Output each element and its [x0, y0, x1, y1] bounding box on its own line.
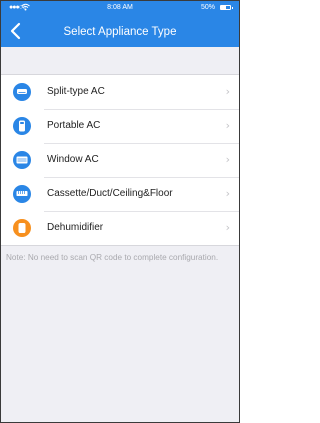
appliance-label: Window AC	[47, 154, 99, 165]
chevron-right-icon: ›	[225, 153, 230, 166]
page-title: Select Appliance Type	[63, 26, 177, 38]
chevron-right-icon: ›	[225, 85, 230, 98]
chevron-right-icon: ›	[225, 187, 230, 200]
chevron-right-icon: ›	[225, 221, 230, 234]
nav-header: ●●●○○ 8:08 AM 50% Select Appliance Type	[1, 1, 239, 47]
appliance-label: Split-type AC	[47, 86, 105, 97]
appliance-item-window-ac[interactable]: Window AC ›	[1, 143, 239, 177]
appliance-item-cassette-duct-ceiling-floor[interactable]: Cassette/Duct/Ceiling&Floor ›	[1, 177, 239, 211]
configuration-note: Note: No need to scan QR code to complet…	[6, 253, 219, 262]
status-bar: ●●●○○ 8:08 AM 50%	[1, 1, 239, 15]
appliance-list: Split-type AC › Portable AC › Window AC …	[1, 74, 239, 246]
screen: ●●●○○ 8:08 AM 50% Select Appliance Type	[0, 0, 240, 423]
dehumidifier-icon	[13, 219, 31, 237]
portable-ac-icon	[13, 117, 31, 135]
battery-percent: 50%	[200, 4, 215, 11]
appliance-label: Portable AC	[47, 120, 101, 131]
appliance-item-portable-ac[interactable]: Portable AC ›	[1, 109, 239, 143]
chevron-right-icon: ›	[225, 119, 230, 132]
cassette-ac-icon	[13, 185, 31, 203]
battery-icon	[220, 5, 233, 10]
appliance-item-split-type-ac[interactable]: Split-type AC ›	[1, 75, 239, 109]
window-ac-icon	[13, 151, 31, 169]
split-ac-icon	[13, 83, 31, 101]
appliance-label: Cassette/Duct/Ceiling&Floor	[47, 188, 173, 199]
appliance-item-dehumidifier[interactable]: Dehumidifier ›	[1, 211, 239, 245]
appliance-label: Dehumidifier	[47, 222, 104, 233]
